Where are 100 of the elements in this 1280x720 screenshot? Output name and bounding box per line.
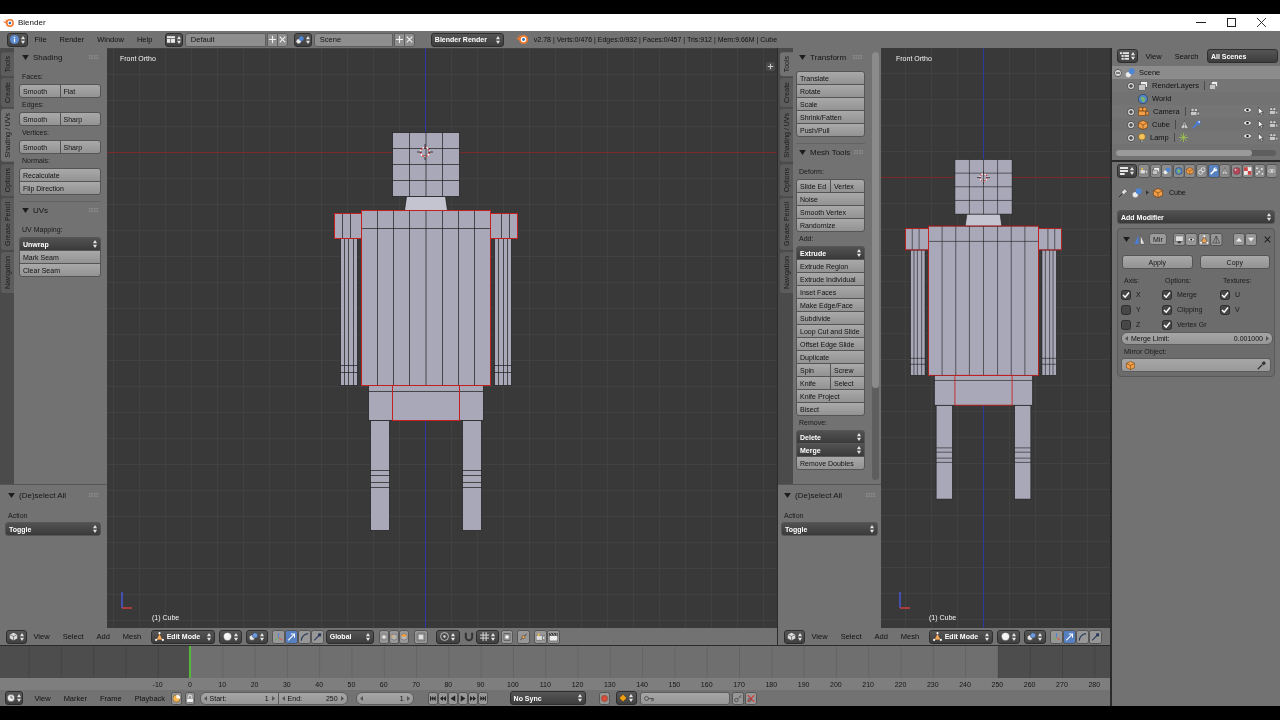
- camera-icon[interactable]: [533, 629, 547, 644]
- jump-to-start-icon[interactable]: [427, 691, 438, 705]
- checkbox[interactable]: [1162, 319, 1172, 330]
- eye-icon[interactable]: [1243, 107, 1252, 113]
- checkbox[interactable]: [1121, 289, 1131, 300]
- panel-title[interactable]: Transform: [810, 52, 847, 62]
- checker-icon[interactable]: [1242, 164, 1254, 178]
- arc-icon[interactable]: [1075, 629, 1089, 644]
- triangle-down-icon[interactable]: [799, 54, 806, 60]
- chevron-down-icon[interactable]: [1244, 232, 1257, 246]
- plus-circle-icon[interactable]: [1127, 133, 1135, 142]
- key-cross-icon[interactable]: [744, 691, 757, 705]
- arc-icon[interactable]: [297, 629, 311, 644]
- pie-clock-icon[interactable]: [170, 691, 182, 705]
- remove-button[interactable]: [276, 32, 288, 47]
- key-icon[interactable]: [731, 691, 744, 705]
- camera-icon[interactable]: [1269, 107, 1278, 115]
- remove-button[interactable]: [403, 32, 415, 47]
- checkbox[interactable]: [1220, 304, 1230, 315]
- triangle-icon[interactable]: [1210, 232, 1223, 246]
- circles-dropdown[interactable]: [245, 629, 268, 644]
- jump-to-end-icon[interactable]: [477, 691, 488, 705]
- pin-icon[interactable]: [1118, 187, 1128, 198]
- dots-icon[interactable]: [1253, 164, 1266, 178]
- scrollbar-thumb[interactable]: [872, 52, 879, 388]
- panel-title[interactable]: Shading: [33, 52, 63, 62]
- orbit-icon[interactable]: [1265, 164, 1278, 178]
- checkbox[interactable]: [1121, 304, 1131, 315]
- panel-title[interactable]: (De)select All: [19, 490, 67, 500]
- axes-icon[interactable]: [1049, 629, 1063, 644]
- cube-face-icon[interactable]: [398, 629, 409, 644]
- lock-icon[interactable]: [184, 691, 195, 705]
- editor-type-dropdown[interactable]: [784, 629, 805, 644]
- ring-dropdown[interactable]: [435, 629, 460, 644]
- fast-forward-icon[interactable]: [467, 691, 478, 705]
- eye-icon[interactable]: [1243, 133, 1252, 139]
- editor-type-dropdown[interactable]: [1117, 164, 1137, 178]
- triangle-right-icon: [406, 695, 410, 701]
- eye-icon[interactable]: [1243, 120, 1252, 126]
- checkbox[interactable]: [1162, 289, 1172, 300]
- add-button[interactable]: [266, 32, 278, 47]
- cube-edge-icon[interactable]: [388, 629, 399, 644]
- checkbox[interactable]: [1220, 289, 1230, 300]
- image-stack-icon[interactable]: [1149, 164, 1162, 178]
- panel-title[interactable]: Mesh Tools: [810, 147, 851, 157]
- keying-set-field[interactable]: [639, 691, 730, 705]
- close-icon[interactable]: [1257, 18, 1266, 27]
- circles-dropdown[interactable]: [1023, 629, 1046, 644]
- line-square-icon[interactable]: [1088, 629, 1102, 644]
- dot-line-icon[interactable]: [516, 629, 530, 644]
- triangle-down-icon[interactable]: [799, 149, 806, 155]
- editor-type-dropdown[interactable]: [6, 629, 27, 644]
- checkbox[interactable]: [1162, 304, 1172, 315]
- list-dropdown[interactable]: [1117, 49, 1138, 63]
- magnet-icon[interactable]: [463, 631, 474, 642]
- square-icon[interactable]: [413, 629, 428, 644]
- triangle-mesh-icon[interactable]: [1219, 164, 1231, 178]
- camera-icon[interactable]: [1269, 133, 1278, 141]
- sphere-dropdown[interactable]: [218, 629, 242, 644]
- rewind-icon[interactable]: [437, 691, 448, 705]
- triangle-down-icon[interactable]: [22, 54, 29, 60]
- spheres-dropdown[interactable]: [293, 32, 312, 47]
- plus-circle-icon[interactable]: [1127, 107, 1135, 116]
- grid-dropdown[interactable]: [475, 629, 499, 644]
- cube-vertex-icon[interactable]: [378, 629, 389, 644]
- diamond-dropdown[interactable]: [615, 691, 637, 705]
- line-square-icon[interactable]: [310, 629, 324, 644]
- minus-circle-icon[interactable]: [1114, 68, 1122, 77]
- eyedropper-icon[interactable]: [1257, 360, 1266, 370]
- panel-title[interactable]: UVs: [33, 205, 49, 215]
- record-icon[interactable]: [598, 691, 610, 705]
- clapperboard-icon[interactable]: [546, 629, 560, 644]
- plus-circle-icon[interactable]: [1127, 81, 1135, 90]
- mirror-object-field[interactable]: [1121, 358, 1271, 372]
- panel-title[interactable]: (De)select All: [795, 490, 843, 500]
- triangle-down-icon[interactable]: [784, 492, 791, 498]
- chevron-up-icon[interactable]: [1232, 232, 1245, 246]
- add-button[interactable]: [393, 32, 405, 47]
- editor-type-dropdown[interactable]: [5, 691, 23, 705]
- maximize-icon[interactable]: [1227, 18, 1236, 27]
- checkbox[interactable]: [1121, 319, 1131, 330]
- crosshair-icon: [417, 144, 433, 160]
- camera-icon[interactable]: [1138, 164, 1150, 178]
- wrench-icon[interactable]: [1207, 164, 1220, 178]
- globe-icon[interactable]: [1172, 164, 1185, 178]
- triangle-down-icon[interactable]: [1123, 236, 1130, 242]
- chain-link-icon[interactable]: [1195, 164, 1208, 178]
- editor-type-dropdown[interactable]: [7, 32, 28, 47]
- triangle-down-icon[interactable]: [22, 207, 29, 213]
- plus-circle-icon[interactable]: [1127, 120, 1135, 129]
- spheres-icon[interactable]: [1161, 164, 1173, 178]
- triangle-vertices-icon[interactable]: [1197, 232, 1211, 246]
- triangle-down-icon[interactable]: [8, 492, 15, 498]
- axes-icon[interactable]: [271, 629, 285, 644]
- plus-icon[interactable]: [766, 62, 775, 71]
- cube-icon[interactable]: [1184, 164, 1196, 178]
- panes-dropdown[interactable]: [164, 32, 183, 47]
- camera-icon[interactable]: [1269, 120, 1278, 128]
- monitor-icon[interactable]: [1172, 232, 1186, 246]
- sphere-dropdown[interactable]: [996, 629, 1020, 644]
